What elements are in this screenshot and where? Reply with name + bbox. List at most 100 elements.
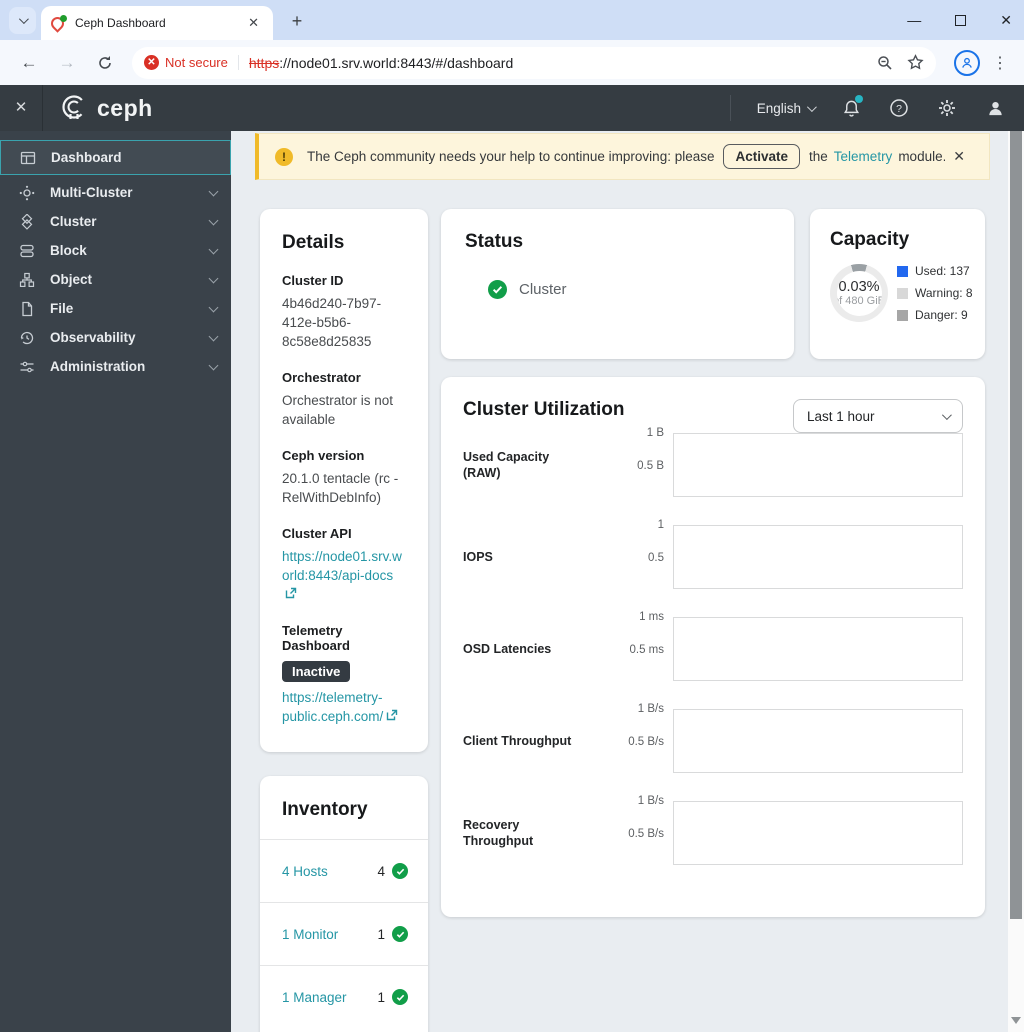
banner-close-icon[interactable]: ✕ — [945, 144, 973, 169]
notifications-button[interactable] — [840, 95, 863, 119]
forward-button[interactable]: → — [52, 48, 82, 78]
details-title: Details — [282, 232, 345, 253]
inventory-row-hosts: 4 Hosts 4 — [260, 839, 428, 902]
tab-search-button[interactable] — [9, 7, 36, 34]
browser-menu-button[interactable]: ⋮ — [992, 53, 1008, 73]
utilization-title: Cluster Utilization — [463, 399, 625, 420]
tab-close-icon[interactable]: ✕ — [244, 13, 263, 33]
language-dropdown[interactable]: English — [757, 101, 817, 116]
cluster-id-value: 4b46d240-7b97-412e-b5b6-8c58e8d25835 — [282, 296, 382, 349]
sidebar-toggle-button[interactable]: ✕ — [0, 85, 43, 131]
status-title: Status — [465, 231, 524, 252]
window-maximize-button[interactable] — [955, 14, 967, 26]
ok-check-icon — [392, 989, 408, 1005]
ok-check-icon — [392, 926, 408, 942]
cluster-icon — [18, 213, 35, 230]
scrollbar-thumb[interactable] — [1010, 131, 1022, 919]
sidebar-item-file[interactable]: File — [0, 294, 231, 323]
activate-button[interactable]: Activate — [723, 144, 801, 169]
main-content: ! The Ceph community needs your help to … — [231, 131, 1008, 1032]
capacity-percent: 0.03% — [838, 279, 880, 295]
capacity-card: Capacity 0.03% of 480 GiB Used: 137 Warn — [810, 209, 985, 359]
cluster-utilization-card: Cluster Utilization Last 1 hour Used Cap… — [441, 377, 985, 917]
sidebar-item-dashboard[interactable]: Dashboard — [0, 140, 231, 175]
help-button[interactable]: ? — [888, 97, 910, 119]
chevron-down-icon — [208, 360, 219, 370]
not-secure-badge[interactable]: ✕ Not secure — [144, 55, 239, 70]
back-button[interactable]: ← — [14, 48, 44, 78]
tab-title: Ceph Dashboard — [75, 16, 166, 30]
app-sidebar: Dashboard Multi-Cluster Cluster Block Ob… — [0, 131, 231, 1032]
chevron-down-icon — [806, 101, 817, 112]
browser-tab[interactable]: Ceph Dashboard ✕ — [41, 6, 273, 40]
capacity-legend: Used: 137 Warning: 8 Danger: 9 — [897, 264, 973, 322]
inventory-card: Inventory 4 Hosts 4 1 Monitor 1 1 Manage… — [260, 776, 428, 1032]
capacity-gauge: 0.03% of 480 GiB — [830, 264, 888, 322]
ceph-favicon-icon — [48, 14, 67, 33]
inventory-row-managers: 1 Manager 1 — [260, 965, 428, 1028]
danger-swatch — [897, 309, 908, 321]
sidebar-item-object[interactable]: Object — [0, 265, 231, 294]
chevron-down-icon — [208, 302, 219, 312]
sidebar-item-observability[interactable]: Observability — [0, 323, 231, 352]
iops-chart[interactable] — [673, 525, 963, 589]
cluster-api-link[interactable]: https://node01.srv.world:8443/api-docs — [282, 547, 408, 604]
recovery-throughput-chart[interactable] — [673, 801, 963, 865]
user-icon — [988, 101, 1002, 115]
zoom-out-icon[interactable] — [877, 55, 893, 71]
time-range-dropdown[interactable]: Last 1 hour — [793, 399, 963, 433]
sidebar-item-block[interactable]: Block — [0, 236, 231, 265]
ceph-dashboard-app: ✕ ceph English ? Dashboard Multi-Cluster… — [0, 85, 1024, 1032]
osd-latencies-chart[interactable] — [673, 617, 963, 681]
browser-titlebar: Ceph Dashboard ✕ + — ✕ — [0, 0, 1024, 40]
user-menu-button[interactable] — [984, 97, 1006, 119]
scroll-down-arrow-icon[interactable] — [1011, 1017, 1021, 1024]
external-link-icon — [386, 707, 398, 726]
capacity-total: of 480 GiB — [837, 295, 882, 307]
gear-icon — [939, 100, 955, 116]
orchestrator-value: Orchestrator is not available — [282, 393, 394, 427]
window-close-button[interactable]: ✕ — [1000, 13, 1012, 27]
warning-icon: ! — [275, 147, 293, 166]
telemetry-status-badge: Inactive — [282, 661, 351, 682]
used-swatch — [897, 265, 908, 277]
multi-cluster-icon — [18, 185, 35, 201]
chevron-down-icon — [208, 215, 219, 225]
new-tab-button[interactable]: + — [284, 8, 310, 34]
telemetry-link[interactable]: Telemetry — [834, 149, 893, 164]
sidebar-item-multi-cluster[interactable]: Multi-Cluster — [0, 178, 231, 207]
cluster-status-row[interactable]: Cluster — [488, 280, 770, 299]
used-capacity-chart[interactable] — [673, 433, 963, 497]
block-icon — [18, 243, 35, 259]
monitors-link[interactable]: 1 Monitor — [282, 927, 338, 942]
client-throughput-chart[interactable] — [673, 709, 963, 773]
telemetry-banner: ! The Ceph community needs your help to … — [255, 133, 990, 180]
sidebar-item-cluster[interactable]: Cluster — [0, 207, 231, 236]
page-scrollbar[interactable] — [1008, 131, 1024, 1032]
details-card: Details Cluster ID 4b46d240-7b97-412e-b5… — [260, 209, 428, 752]
chevron-down-icon — [208, 331, 219, 341]
hosts-link[interactable]: 4 Hosts — [282, 864, 328, 879]
window-minimize-button[interactable]: — — [907, 13, 921, 27]
chart-row-client-throughput: Client Throughput 1 B/s 0.5 B/s — [463, 703, 963, 773]
danger-icon: ✕ — [144, 55, 159, 70]
observability-icon — [18, 330, 35, 346]
success-check-icon — [488, 280, 507, 299]
ok-check-icon — [392, 863, 408, 879]
bookmark-star-icon[interactable] — [907, 54, 924, 71]
sidebar-item-administration[interactable]: Administration — [0, 352, 231, 381]
chevron-down-icon — [208, 186, 219, 196]
chevron-down-icon — [208, 273, 219, 283]
chart-row-used-capacity: Used Capacity (RAW) 1 B 0.5 B — [463, 427, 963, 497]
external-link-icon — [285, 585, 297, 604]
chevron-down-icon — [18, 14, 29, 25]
inventory-row-monitors: 1 Monitor 1 — [260, 902, 428, 965]
chevron-down-icon — [941, 409, 952, 420]
url-bar[interactable]: ✕ Not secure https://node01.srv.world:84… — [132, 46, 936, 79]
managers-link[interactable]: 1 Manager — [282, 990, 347, 1005]
browser-profile-button[interactable] — [954, 49, 980, 76]
reload-button[interactable] — [90, 48, 120, 78]
telemetry-public-link[interactable]: https://telemetry-public.ceph.com/ — [282, 688, 408, 726]
banner-text-before: The Ceph community needs your help to co… — [307, 149, 715, 164]
settings-button[interactable] — [936, 97, 958, 119]
